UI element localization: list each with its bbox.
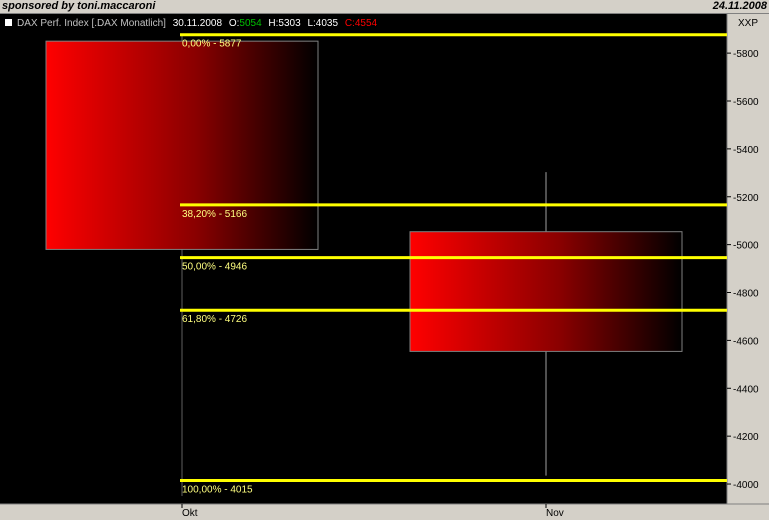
currency-label: XXP xyxy=(738,18,758,29)
legend-date: 30.11.2008 xyxy=(173,18,223,29)
legend-open-value: 5054 xyxy=(239,18,262,29)
sponsor-text: sponsored by toni.maccaroni xyxy=(2,0,156,12)
x-axis-panel xyxy=(0,504,769,520)
y-tick-label: -5400 xyxy=(733,145,759,156)
fib-label: 0,00% - 5877 xyxy=(182,39,242,50)
dax-chart[interactable]: 0,00% - 5877 38,20% - 5166 50,00% - 4946 61… xyxy=(0,14,769,520)
legend-close-label: C: xyxy=(345,18,355,29)
fib-label: 38,20% - 5166 xyxy=(182,209,247,220)
top-bar: sponsored by toni.maccaroni 24.11.2008 xyxy=(0,0,769,14)
y-axis-panel xyxy=(727,14,769,504)
svg-text:DAX Perf. Index [.DAX Monatli: DAX Perf. Index [.DAX Monatlich] 30.11.2… xyxy=(17,18,378,29)
legend-high-label: H: xyxy=(268,18,278,29)
fib-label: 50,00% - 4946 xyxy=(182,262,247,273)
legend-low-value: 4035 xyxy=(316,18,339,29)
header-date: 24.11.2008 xyxy=(712,0,767,12)
y-tick-label: -5000 xyxy=(733,241,759,252)
legend-low-label: L: xyxy=(307,18,315,29)
fib-label: 61,80% - 4726 xyxy=(182,314,247,325)
legend-close-value: 4554 xyxy=(355,18,378,29)
legend-high-value: 5303 xyxy=(278,18,301,29)
legend-marker-icon xyxy=(5,19,12,26)
y-tick-label: -4800 xyxy=(733,289,759,300)
x-tick-label: Nov xyxy=(546,508,564,519)
fib-label: 100,00% - 4015 xyxy=(182,484,253,495)
legend-series-name: DAX Perf. Index [.DAX Monatlich] xyxy=(17,18,166,29)
y-tick-label: -4200 xyxy=(733,432,759,443)
legend: DAX Perf. Index [.DAX Monatlich] 30.11.2… xyxy=(5,18,378,29)
y-tick-label: -4600 xyxy=(733,336,759,347)
x-tick-label: Okt xyxy=(182,508,198,519)
y-tick-label: -4000 xyxy=(733,480,759,491)
candle-body xyxy=(409,231,683,352)
legend-open-label: O: xyxy=(229,18,240,29)
y-tick-label: -4400 xyxy=(733,384,759,395)
y-tick-label: -5200 xyxy=(733,193,759,204)
y-tick-label: -5600 xyxy=(733,97,759,108)
y-tick-label: -5800 xyxy=(733,49,759,60)
